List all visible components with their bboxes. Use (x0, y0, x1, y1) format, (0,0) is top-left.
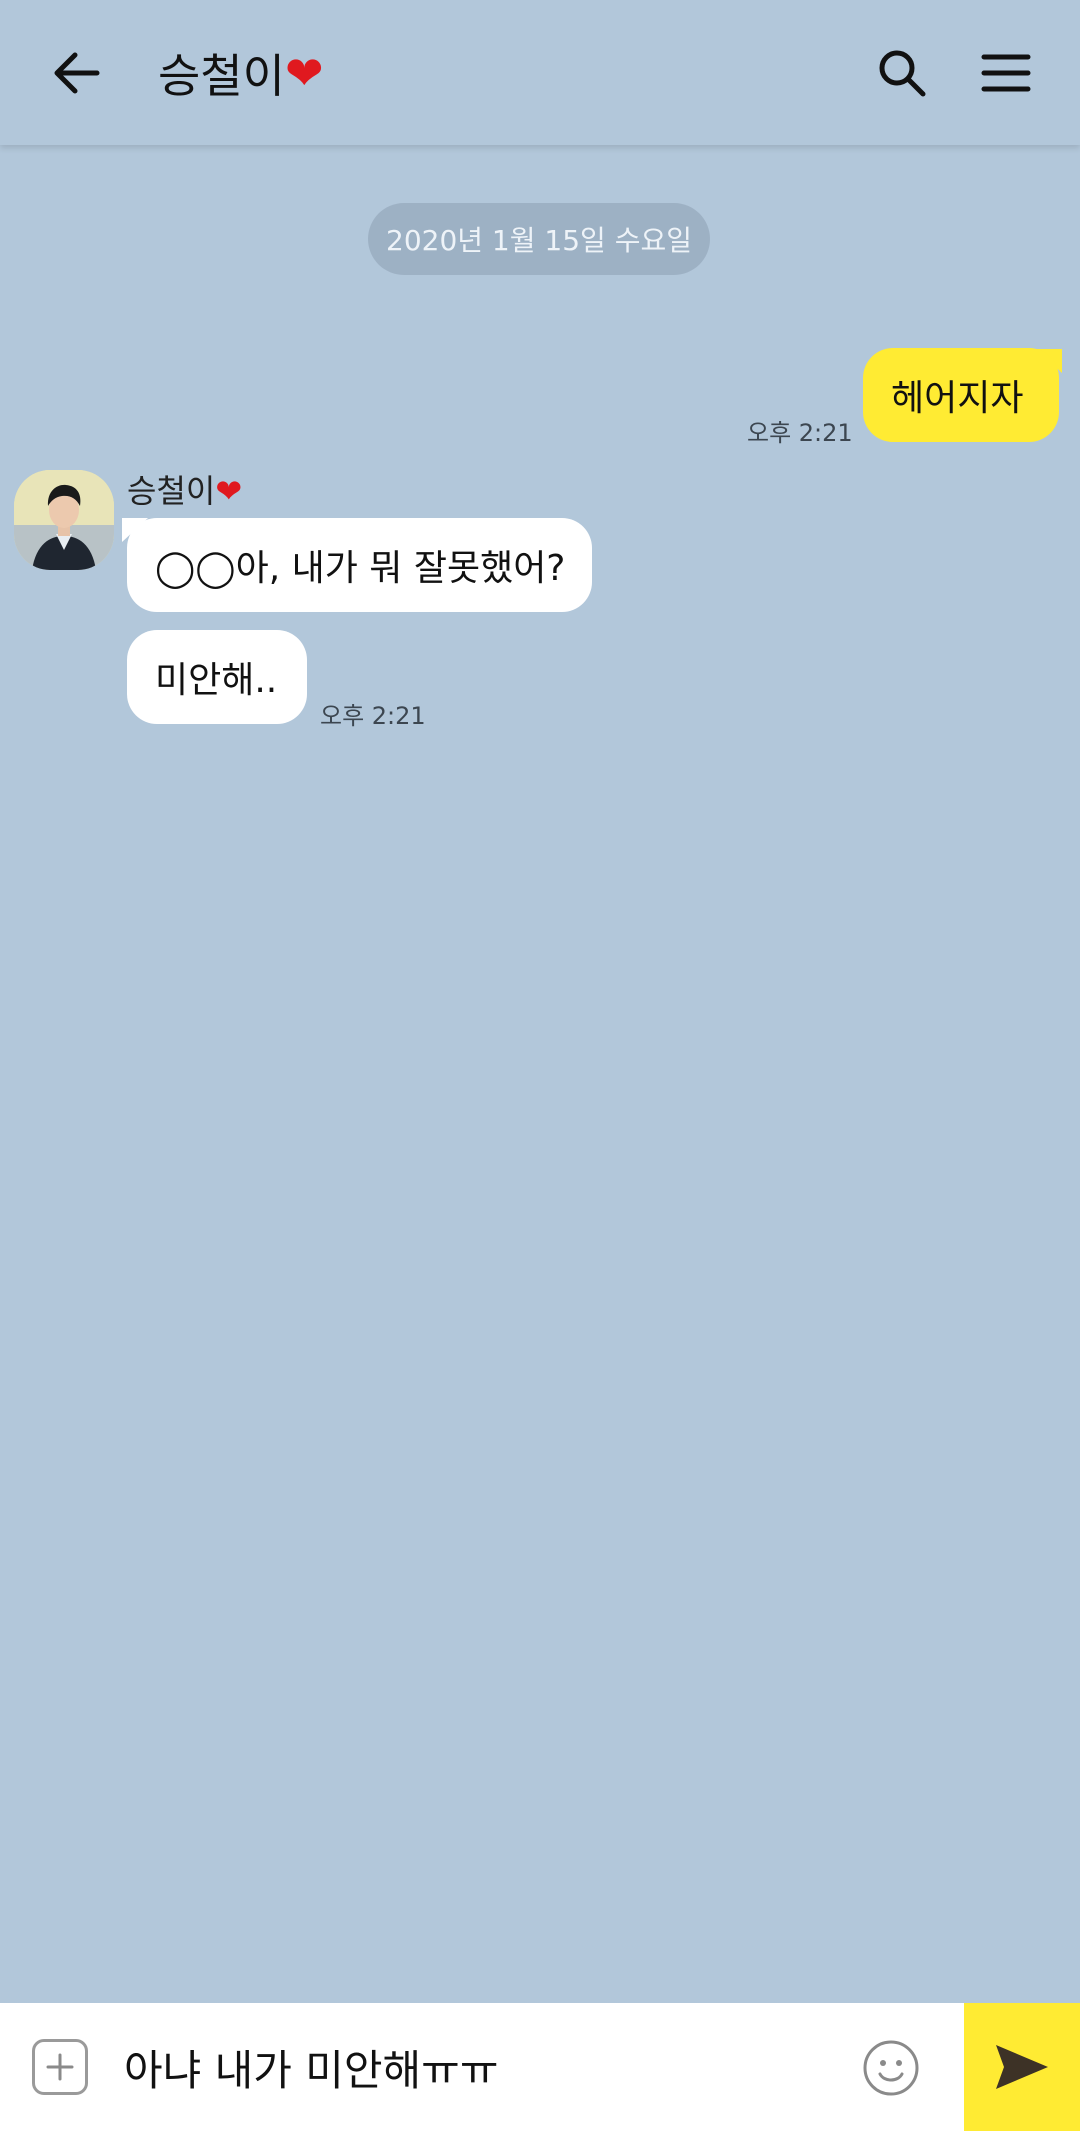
heart-icon: ❤ (215, 472, 243, 510)
message-input[interactable] (124, 2027, 834, 2107)
send-icon (996, 2045, 1048, 2089)
their-message-time: 오후 2:21 (320, 702, 426, 730)
avatar[interactable] (14, 470, 114, 570)
emoji-icon (863, 2040, 919, 2096)
my-message-bubble[interactable]: 헤어지자 (863, 348, 1059, 442)
their-message-bubble[interactable]: 미안해.. (127, 630, 307, 724)
date-divider: 2020년 1월 15일 수요일 (368, 203, 710, 275)
attach-button[interactable] (32, 2039, 88, 2095)
arrow-left-icon (54, 52, 100, 94)
my-message-time: 오후 2:21 (747, 419, 853, 447)
back-button[interactable] (38, 38, 114, 108)
plus-icon (46, 2053, 74, 2081)
chat-header: 승철이 ❤ (0, 0, 1080, 145)
message-input-bar (0, 2003, 1080, 2131)
their-message-bubble[interactable]: ◯◯아, 내가 뭐 잘못했어? (127, 518, 592, 612)
sender-name: 승철이❤ (127, 466, 242, 512)
hamburger-menu-icon (981, 54, 1031, 92)
profile-photo (14, 470, 114, 570)
send-button[interactable] (964, 2003, 1080, 2131)
their-message-text: ◯◯아, 내가 뭐 잘못했어? (155, 548, 566, 589)
search-button[interactable] (864, 38, 940, 108)
emoji-button[interactable] (862, 2039, 920, 2097)
chat-title-text: 승철이 (158, 49, 285, 103)
sender-name-text: 승철이 (127, 472, 216, 510)
heart-icon: ❤ (284, 46, 324, 100)
menu-button[interactable] (968, 38, 1044, 108)
my-message-text: 헤어지자 (891, 378, 1024, 419)
chat-title: 승철이 ❤ (158, 38, 324, 108)
their-message-text: 미안해.. (155, 660, 278, 701)
search-icon (879, 50, 926, 97)
